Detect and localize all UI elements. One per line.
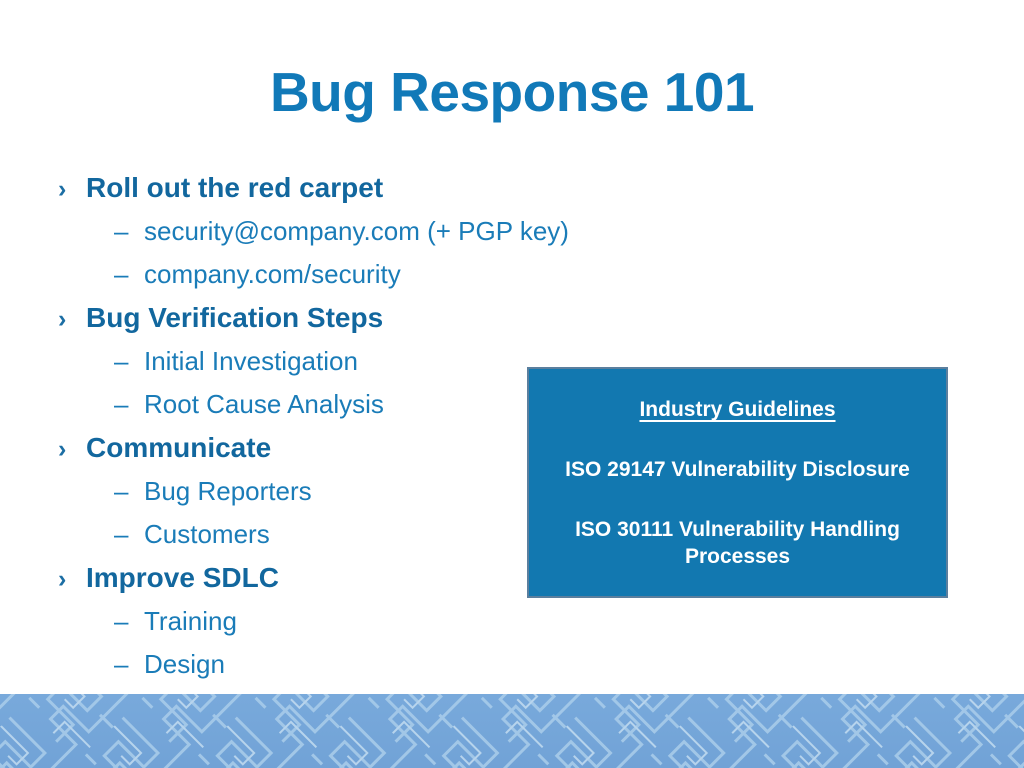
bullet-sub-label: Initial Investigation bbox=[144, 346, 358, 376]
bullet-sub-label: Training bbox=[144, 606, 237, 636]
callout-heading: Industry Guidelines bbox=[639, 398, 836, 421]
bullet-sub-item: – Customers bbox=[58, 513, 528, 556]
bullet-sub-item: – Initial Investigation bbox=[58, 340, 528, 383]
chevron-right-icon: › bbox=[58, 175, 67, 203]
dash-icon: – bbox=[114, 259, 129, 289]
industry-guidelines-callout: Industry Guidelines ISO 29147 Vulnerabil… bbox=[527, 367, 948, 598]
slide-canvas: Bug Response 101 › Roll out the red carp… bbox=[0, 0, 1024, 768]
bullet-lead-item: › Bug Verification Steps bbox=[58, 296, 528, 340]
bullet-group: › Communicate – Bug Reporters – Customer… bbox=[58, 426, 528, 556]
dash-icon: – bbox=[114, 389, 129, 419]
bullet-sub-item: – Design bbox=[58, 643, 528, 686]
callout-line-iso-30111: ISO 30111 Vulnerability Handling Process… bbox=[575, 517, 900, 568]
bullet-sub-label: company.com/security bbox=[144, 259, 401, 289]
dash-icon: – bbox=[114, 519, 129, 549]
dash-icon: – bbox=[114, 606, 129, 636]
bullet-lead-item: › Improve SDLC bbox=[58, 556, 528, 600]
dash-icon: – bbox=[114, 476, 129, 506]
bullet-list: › Roll out the red carpet – security@com… bbox=[58, 166, 569, 686]
bullet-sub-item: – company.com/security bbox=[58, 253, 528, 296]
bullet-sub-item: – Training bbox=[58, 600, 528, 643]
chevron-right-icon: › bbox=[58, 305, 67, 333]
bullet-sub-item: – Root Cause Analysis bbox=[58, 383, 528, 426]
bullet-lead-label: Improve SDLC bbox=[86, 562, 279, 593]
bullet-lead-label: Roll out the red carpet bbox=[86, 172, 384, 203]
dash-icon: – bbox=[114, 346, 129, 376]
bullet-sub-label: Bug Reporters bbox=[144, 476, 312, 506]
bullet-sub-label: Root Cause Analysis bbox=[144, 389, 384, 419]
bullet-group: › Improve SDLC – Training – Design bbox=[58, 556, 528, 686]
bullet-sub-label: Design bbox=[144, 649, 225, 679]
bullet-sub-item: – Bug Reporters bbox=[58, 470, 528, 513]
dash-icon: – bbox=[114, 216, 129, 246]
chevron-right-icon: › bbox=[58, 435, 67, 463]
bullet-sub-item: – security@company.com (+ PGP key) bbox=[58, 210, 569, 253]
chevron-right-icon: › bbox=[58, 565, 67, 593]
bullet-lead-item: › Roll out the red carpet bbox=[58, 166, 528, 210]
bullet-sub-label: security@company.com (+ PGP key) bbox=[144, 216, 569, 246]
bullet-lead-label: Bug Verification Steps bbox=[86, 302, 384, 333]
bullet-group: › Roll out the red carpet – security@com… bbox=[58, 166, 569, 296]
bullet-sub-label: Customers bbox=[144, 519, 270, 549]
dash-icon: – bbox=[114, 649, 129, 679]
bullet-group: › Bug Verification Steps – Initial Inves… bbox=[58, 296, 528, 426]
bullet-lead-item: › Communicate bbox=[58, 426, 528, 470]
callout-line-iso-29147: ISO 29147 Vulnerability Disclosure bbox=[565, 458, 910, 482]
diagonal-maze-pattern-icon bbox=[0, 694, 1024, 768]
bullet-lead-label: Communicate bbox=[86, 432, 272, 463]
footer-decorative-band bbox=[0, 694, 1024, 768]
page-title: Bug Response 101 bbox=[269, 61, 755, 123]
